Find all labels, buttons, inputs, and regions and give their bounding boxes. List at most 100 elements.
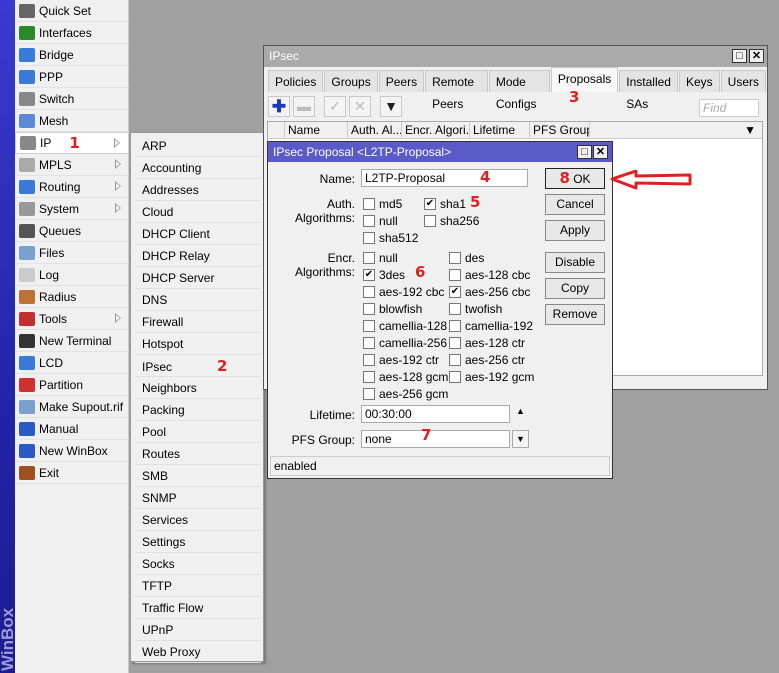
pfs-dropdown-icon[interactable]: ▼: [512, 430, 529, 448]
checkbox-checked-icon[interactable]: ✔: [363, 269, 375, 281]
checkbox-aes-128-gcm[interactable]: aes-128 gcm: [363, 370, 448, 384]
checkbox-camellia-128[interactable]: camellia-128: [363, 319, 447, 333]
ip-submenu-item-arp[interactable]: ARP: [135, 135, 261, 157]
ip-submenu-item-firewall[interactable]: Firewall: [135, 311, 261, 333]
dialog-close-button[interactable]: ✕: [593, 145, 608, 159]
sidebar-item-exit[interactable]: Exit: [15, 462, 129, 484]
copy-button[interactable]: Copy: [545, 278, 605, 299]
tab-groups[interactable]: Groups: [324, 70, 378, 92]
checkbox-sha1[interactable]: ✔ sha1: [424, 197, 466, 211]
checkbox-null[interactable]: null: [363, 251, 398, 265]
checkbox-sha512[interactable]: sha512: [363, 231, 418, 245]
checkbox-unchecked-icon[interactable]: [363, 286, 375, 298]
ok-button[interactable]: 8 OK: [545, 168, 605, 189]
checkbox-unchecked-icon[interactable]: [363, 232, 375, 244]
sidebar-item-lcd[interactable]: LCD: [15, 352, 129, 374]
checkbox-checked-icon[interactable]: ✔: [424, 198, 436, 210]
tab-peers[interactable]: Peers: [378, 70, 425, 92]
checkbox-camellia-256[interactable]: camellia-256: [363, 336, 447, 350]
checkbox-camellia-192[interactable]: camellia-192: [449, 319, 533, 333]
sidebar-item-manual[interactable]: Manual: [15, 418, 129, 440]
remove-button[interactable]: Remove: [545, 304, 605, 325]
checkbox-unchecked-icon[interactable]: [363, 354, 375, 366]
ip-submenu-item-tftp[interactable]: TFTP: [135, 575, 261, 597]
checkbox-md5[interactable]: md5: [363, 197, 402, 211]
checkbox-unchecked-icon[interactable]: [363, 320, 375, 332]
name-input[interactable]: L2TP-Proposal: [361, 169, 528, 187]
checkbox-blowfish[interactable]: blowfish: [363, 302, 422, 316]
tab-installed-sas[interactable]: Installed SAs: [619, 70, 678, 111]
dialog-maximize-button[interactable]: □: [577, 145, 592, 159]
ip-submenu-item-routes[interactable]: Routes: [135, 443, 261, 465]
enable-icon[interactable]: ✓: [324, 96, 346, 117]
sidebar-item-routing[interactable]: Routing: [15, 176, 129, 198]
maximize-button[interactable]: □: [732, 49, 747, 63]
checkbox-checked-icon[interactable]: ✔: [449, 286, 461, 298]
apply-button[interactable]: Apply: [545, 220, 605, 241]
sidebar-item-make-supout-rif[interactable]: Make Supout.rif: [15, 396, 129, 418]
column-lifetime[interactable]: Lifetime: [470, 122, 530, 138]
tab-proposals[interactable]: Proposals: [550, 67, 619, 92]
column-pfs-group[interactable]: PFS Group: [530, 122, 590, 138]
add-icon[interactable]: ✚: [268, 96, 290, 117]
ip-submenu-item-dhcp-client[interactable]: DHCP Client: [135, 223, 261, 245]
column-auth[interactable]: Auth. Al...: [348, 122, 402, 138]
ip-submenu-item-dhcp-relay[interactable]: DHCP Relay: [135, 245, 261, 267]
checkbox-aes-192-gcm[interactable]: aes-192 gcm: [449, 370, 534, 384]
columns-dropdown-icon[interactable]: ▼: [590, 122, 762, 138]
ip-submenu-item-packing[interactable]: Packing: [135, 399, 261, 421]
checkbox-unchecked-icon[interactable]: [424, 215, 436, 227]
ip-submenu-item-smb[interactable]: SMB: [135, 465, 261, 487]
sidebar-item-bridge[interactable]: Bridge: [15, 44, 129, 66]
sidebar-item-partition[interactable]: Partition: [15, 374, 129, 396]
sidebar-item-new-terminal[interactable]: New Terminal: [15, 330, 129, 352]
collapse-up-icon[interactable]: ▲: [516, 406, 525, 416]
sidebar-item-log[interactable]: Log: [15, 264, 129, 286]
checkbox-unchecked-icon[interactable]: [363, 371, 375, 383]
column-name[interactable]: Name: [285, 122, 348, 138]
checkbox-unchecked-icon[interactable]: [449, 371, 461, 383]
checkbox-unchecked-icon[interactable]: [363, 198, 375, 210]
ip-submenu-item-settings[interactable]: Settings: [135, 531, 261, 553]
checkbox-unchecked-icon[interactable]: [363, 388, 375, 400]
checkbox-unchecked-icon[interactable]: [449, 354, 461, 366]
checkbox-unchecked-icon[interactable]: [363, 215, 375, 227]
checkbox-sha256[interactable]: sha256: [424, 214, 479, 228]
checkbox-unchecked-icon[interactable]: [449, 303, 461, 315]
tab-mode-configs[interactable]: Mode Configs: [488, 70, 550, 111]
ip-submenu-item-pool[interactable]: Pool: [135, 421, 261, 443]
checkbox-aes-192-ctr[interactable]: aes-192 ctr: [363, 353, 439, 367]
sidebar-item-quick-set[interactable]: Quick Set: [15, 0, 129, 22]
sidebar-item-radius[interactable]: Radius: [15, 286, 129, 308]
tab-remote-peers[interactable]: Remote Peers: [425, 70, 488, 111]
ip-submenu-item-snmp[interactable]: SNMP: [135, 487, 261, 509]
close-button[interactable]: ✕: [749, 49, 764, 63]
checkbox-unchecked-icon[interactable]: [363, 337, 375, 349]
ip-submenu-item-socks[interactable]: Socks: [135, 553, 261, 575]
checkbox-aes-256-gcm[interactable]: aes-256 gcm: [363, 387, 448, 401]
tab-users[interactable]: Users: [720, 70, 766, 92]
checkbox-unchecked-icon[interactable]: [363, 303, 375, 315]
sidebar-item-mesh[interactable]: Mesh: [15, 110, 129, 132]
ip-submenu-item-web-proxy[interactable]: Web Proxy: [135, 641, 261, 663]
disable-icon[interactable]: ✕: [349, 96, 371, 117]
find-input[interactable]: Find: [699, 99, 759, 117]
lifetime-input[interactable]: 00:30:00: [361, 405, 510, 423]
ip-submenu-item-dhcp-server[interactable]: DHCP Server: [135, 267, 261, 289]
checkbox-aes-256-cbc[interactable]: ✔ aes-256 cbc: [449, 285, 530, 299]
cancel-button[interactable]: Cancel: [545, 194, 605, 215]
disable-button[interactable]: Disable: [545, 252, 605, 273]
ip-submenu-item-accounting[interactable]: Accounting: [135, 157, 261, 179]
sidebar-item-interfaces[interactable]: Interfaces: [15, 22, 129, 44]
sidebar-item-mpls[interactable]: MPLS: [15, 154, 129, 176]
checkbox-null[interactable]: null: [363, 214, 398, 228]
ip-submenu-item-cloud[interactable]: Cloud: [135, 201, 261, 223]
checkbox-unchecked-icon[interactable]: [449, 337, 461, 349]
checkbox-aes-128-cbc[interactable]: aes-128 cbc: [449, 268, 530, 282]
checkbox-twofish[interactable]: twofish: [449, 302, 502, 316]
sidebar-item-files[interactable]: Files: [15, 242, 129, 264]
checkbox-aes-256-ctr[interactable]: aes-256 ctr: [449, 353, 525, 367]
checkbox-unchecked-icon[interactable]: [449, 269, 461, 281]
sidebar-item-ip[interactable]: IP 1: [15, 132, 129, 154]
column-encr[interactable]: Encr. Algori...: [402, 122, 470, 138]
